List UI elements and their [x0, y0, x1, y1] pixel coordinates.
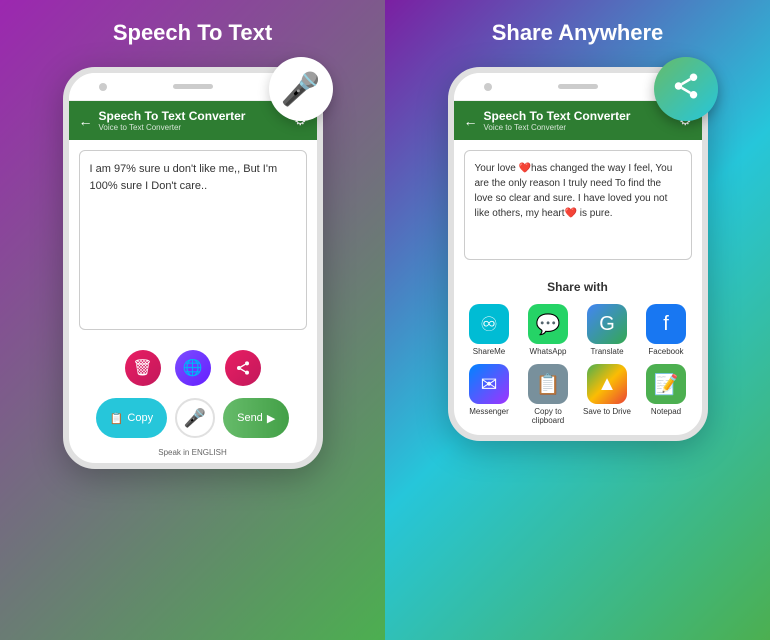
share-icon-translate: G: [587, 304, 627, 344]
right-phone-wrapper: ← Speech To Text Converter Voice to Text…: [448, 67, 708, 441]
share-label-notepad: Notepad: [651, 407, 681, 416]
mic-button-icon: 🎤: [184, 408, 206, 429]
share-label-facebook: Facebook: [648, 347, 683, 356]
share-label-messenger: Messenger: [469, 407, 509, 416]
share-label-shareme: ShareMe: [473, 347, 505, 356]
share-icon-facebook: f: [646, 304, 686, 344]
copy-icon: 📋: [110, 412, 124, 425]
right-phone-speaker: [558, 84, 598, 89]
share-item-notepad[interactable]: 📝 Notepad: [641, 364, 692, 425]
right-text-display-area[interactable]: Your love ❤️has changed the way I feel, …: [464, 150, 692, 260]
left-title: Speech To Text: [113, 20, 272, 46]
share-icon-copy-to-clipboard: 📋: [528, 364, 568, 404]
right-phone-camera: [484, 83, 492, 91]
share-item-copy-to-clipboard[interactable]: 📋 Copy to clipboard: [523, 364, 574, 425]
app-main-title: Speech To Text Converter: [99, 109, 246, 123]
left-phone: ← Speech To Text Converter Voice to Text…: [63, 67, 323, 469]
left-panel: Speech To Text 🎤 ← Speech To Text Conver…: [0, 0, 385, 640]
share-label-translate: Translate: [590, 347, 623, 356]
share-icon-notepad: 📝: [646, 364, 686, 404]
send-arrow-icon: ▶: [267, 412, 275, 425]
share-label-whatsapp: WhatsApp: [530, 347, 567, 356]
globe-button[interactable]: 🌐: [175, 350, 211, 386]
right-panel: Share Anywhere ←: [385, 0, 770, 640]
share-grid: ♾ ShareMe 💬 WhatsApp G Translate f Facebook ✉ Mes…: [464, 304, 692, 425]
app-title-group: Speech To Text Converter Voice to Text C…: [99, 109, 246, 132]
mic-overlay[interactable]: 🎤: [269, 57, 333, 121]
share-item-translate[interactable]: G Translate: [582, 304, 633, 356]
phone-camera: [99, 83, 107, 91]
mic-icon: 🎤: [281, 70, 321, 108]
right-app-main-title: Speech To Text Converter: [484, 109, 631, 123]
share-with-title: Share with: [464, 280, 692, 294]
right-converted-text: Your love ❤️has changed the way I feel, …: [475, 163, 673, 219]
share-icon-whatsapp: 💬: [528, 304, 568, 344]
action-buttons-row: 🗑 🌐: [69, 340, 317, 392]
share-overlay-icon: [671, 71, 701, 108]
back-arrow-icon[interactable]: ←: [79, 113, 93, 129]
share-label-save-to-drive: Save to Drive: [583, 407, 631, 416]
delete-button[interactable]: 🗑: [125, 350, 161, 386]
right-app-title-group: Speech To Text Converter Voice to Text C…: [484, 109, 631, 132]
share-item-shareme[interactable]: ♾ ShareMe: [464, 304, 515, 356]
text-display-area[interactable]: I am 97% sure u don't like me,, But I'm …: [79, 150, 307, 330]
right-app-header-left-group: ← Speech To Text Converter Voice to Text…: [464, 109, 631, 132]
share-overlay[interactable]: [654, 57, 718, 121]
app-header-left-group: ← Speech To Text Converter Voice to Text…: [79, 109, 246, 132]
share-small-button[interactable]: [225, 350, 261, 386]
copy-label: Copy: [127, 412, 153, 424]
left-phone-wrapper: 🎤 ← Speech To Text Converter Voice to Te…: [63, 67, 323, 469]
send-label: Send: [237, 412, 263, 424]
share-item-save-to-drive[interactable]: ▲ Save to Drive: [582, 364, 633, 425]
right-title: Share Anywhere: [492, 20, 664, 46]
right-phone: ← Speech To Text Converter Voice to Text…: [448, 67, 708, 441]
converted-text: I am 97% sure u don't like me,, But I'm …: [90, 163, 278, 192]
right-back-arrow-icon[interactable]: ←: [464, 113, 478, 129]
mic-button[interactable]: 🎤: [175, 398, 215, 438]
share-icon-save-to-drive: ▲: [587, 364, 627, 404]
app-sub-title: Voice to Text Converter: [99, 123, 246, 132]
right-app-sub-title: Voice to Text Converter: [484, 123, 631, 132]
speak-label: Speak in ENGLISH: [69, 448, 317, 463]
share-panel: Share with ♾ ShareMe 💬 WhatsApp G Translate fF…: [454, 270, 702, 435]
phone-speaker: [173, 84, 213, 89]
send-button[interactable]: Send ▶: [223, 398, 289, 438]
share-label-copy-to-clipboard: Copy to clipboard: [523, 407, 574, 425]
share-item-facebook[interactable]: f Facebook: [641, 304, 692, 356]
share-item-whatsapp[interactable]: 💬 WhatsApp: [523, 304, 574, 356]
copy-button[interactable]: 📋 Copy: [96, 398, 167, 438]
bottom-buttons-row: 📋 Copy 🎤 Send ▶: [69, 392, 317, 448]
share-item-messenger[interactable]: ✉ Messenger: [464, 364, 515, 425]
share-icon-messenger: ✉: [469, 364, 509, 404]
share-icon-shareme: ♾: [469, 304, 509, 344]
